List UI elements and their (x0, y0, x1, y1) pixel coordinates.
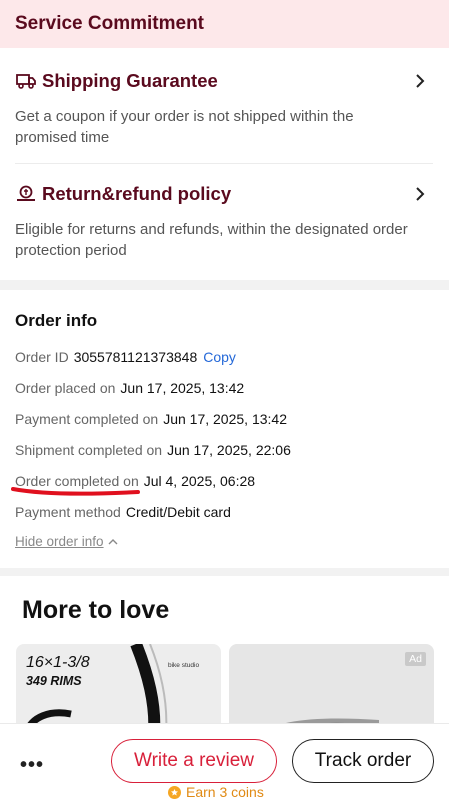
payment-completed-row: Payment completed on Jun 17, 2025, 13:42 (15, 411, 287, 427)
earn-coins-note: Earn 3 coins (168, 784, 264, 800)
return-refund-description: Eligible for returns and refunds, within… (15, 221, 408, 259)
payment-method-label: Payment method (15, 504, 121, 520)
bike-rim-image (22, 644, 168, 734)
coin-icon (168, 785, 181, 799)
service-commitment-title: Service Commitment (15, 13, 205, 34)
shipping-guarantee-description: Get a coupon if your order is not shippe… (15, 108, 354, 146)
order-placed-label: Order placed on (15, 380, 116, 396)
shipment-completed-value: Jun 17, 2025, 22:06 (167, 442, 291, 458)
track-order-label: Track order (314, 750, 412, 771)
payment-completed-label: Payment completed on (15, 411, 159, 427)
service-commitment-section: Shipping Guarantee Get a coupon if your … (0, 48, 449, 280)
shipping-guarantee-row[interactable]: Shipping Guarantee Get a coupon if your … (0, 66, 449, 148)
return-refund-row[interactable]: Return&refund policy Eligible for return… (0, 179, 449, 261)
product-card[interactable]: 16×1-3/8 349 RIMS bike studio (16, 644, 221, 734)
copy-button[interactable]: Copy (203, 349, 236, 365)
return-refund-title: Return&refund policy (42, 183, 232, 204)
truck-icon (15, 70, 37, 92)
red-underline-annotation (11, 487, 140, 496)
order-id-row: Order ID 3055781121373848 Copy (15, 349, 236, 365)
shipment-completed-row: Shipment completed on Jun 17, 2025, 22:06 (15, 442, 291, 458)
order-completed-value: Jul 4, 2025, 06:28 (143, 473, 256, 489)
earn-coins-label: Earn 3 coins (186, 784, 264, 800)
refund-icon (15, 183, 37, 205)
write-review-label: Write a review (133, 750, 254, 771)
write-review-button[interactable]: Write a review (111, 739, 277, 783)
chevron-right-icon (416, 187, 425, 201)
bottom-action-bar: ••• Write a review Track order Earn 3 co… (0, 723, 449, 800)
payment-method-row: Payment method Credit/Debit card (15, 504, 231, 520)
service-commitment-header: Service Commitment (0, 0, 449, 48)
more-to-love-title: More to love (22, 596, 170, 624)
chevron-right-icon (416, 74, 425, 88)
payment-method-value: Credit/Debit card (125, 504, 231, 520)
more-options-button[interactable]: ••• (20, 754, 44, 777)
order-placed-value: Jun 17, 2025, 13:42 (120, 380, 245, 396)
shipping-guarantee-title: Shipping Guarantee (42, 70, 218, 91)
track-order-button[interactable]: Track order (292, 739, 434, 783)
product-card-ad[interactable]: Ad (229, 644, 434, 734)
chevron-up-icon (108, 538, 118, 544)
order-placed-row: Order placed on Jun 17, 2025, 13:42 (15, 380, 244, 396)
order-id-label: Order ID (15, 349, 69, 365)
product-image (264, 718, 379, 734)
order-info-section: Order info Order ID 3055781121373848 Copy … (0, 290, 449, 568)
payment-completed-value: Jun 17, 2025, 13:42 (163, 411, 287, 427)
shipment-completed-label: Shipment completed on (15, 442, 163, 458)
order-info-title: Order info (15, 311, 98, 330)
divider (15, 163, 433, 164)
hide-order-info-link[interactable]: Hide order info (15, 534, 118, 549)
hide-order-info-label: Hide order info (15, 534, 104, 549)
order-id-value: 3055781121373848 (73, 349, 198, 365)
